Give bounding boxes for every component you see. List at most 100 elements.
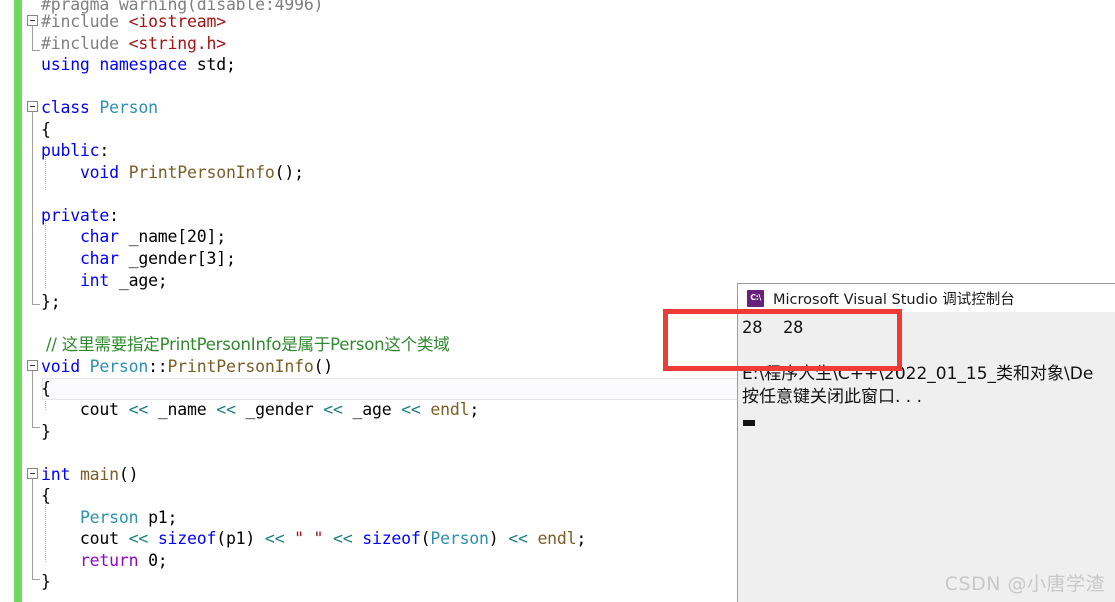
code-token: cout xyxy=(41,400,129,419)
code-line: using namespace std; xyxy=(41,54,236,76)
collapse-toggle-icon[interactable] xyxy=(27,468,38,479)
code-line: return 0; xyxy=(41,550,168,572)
outlining-rail xyxy=(32,371,33,427)
code-token: endl xyxy=(537,529,577,548)
code-token: ; xyxy=(576,529,587,548)
code-token: char xyxy=(79,227,129,246)
code-token: #include xyxy=(41,34,129,53)
code-token: { xyxy=(41,379,51,398)
code-token: << xyxy=(264,529,285,548)
code-token: class xyxy=(41,98,100,117)
code-token: private xyxy=(41,206,110,225)
code-token: _name[20]; xyxy=(128,227,227,246)
code-token: return xyxy=(79,551,139,570)
vs-console-icon-glyph: C:\ xyxy=(750,293,761,302)
code-token: #include xyxy=(41,12,129,31)
code-line: char _gender[3]; xyxy=(41,248,236,270)
outlining-rail-foot xyxy=(32,50,40,51)
outlining-rail-foot xyxy=(32,427,40,428)
code-token: ( xyxy=(420,529,431,548)
code-line: cout << _name << _gender << _age << endl… xyxy=(41,399,479,421)
code-token: ; xyxy=(469,400,480,419)
code-token: }; xyxy=(41,292,61,311)
code-token: public xyxy=(41,141,100,160)
code-token: void xyxy=(41,357,90,376)
code-token: <string.h> xyxy=(128,34,227,53)
code-token: Person xyxy=(430,529,489,548)
csdn-watermark: CSDN @小唐学渣 xyxy=(944,573,1105,595)
code-token: _age; xyxy=(118,271,168,290)
code-token: p1; xyxy=(138,508,178,527)
code-token: void xyxy=(79,163,129,182)
code-line: #include <string.h> xyxy=(41,33,226,55)
code-line: } xyxy=(41,421,51,443)
code-line: { xyxy=(41,485,51,507)
outlining-rail xyxy=(32,112,33,304)
code-line: void Person::PrintPersonInfo() xyxy=(41,356,333,378)
code-line: cout << sizeof(p1) << " " << sizeof(Pers… xyxy=(41,528,586,550)
code-token: <iostream> xyxy=(128,12,227,31)
code-line: }; xyxy=(41,291,61,313)
code-line: class Person xyxy=(41,97,158,119)
code-token: _gender xyxy=(235,400,324,419)
code-token: << xyxy=(128,400,149,419)
collapse-toggle-icon[interactable] xyxy=(27,101,38,112)
console-title-label: Microsoft Visual Studio 调试控制台 xyxy=(773,291,1015,308)
code-line: #include <iostream> xyxy=(41,11,226,33)
code-token: () xyxy=(118,465,139,484)
code-token: << xyxy=(333,529,353,548)
code-token: Person xyxy=(99,98,158,117)
code-token: // 这里需要指定PrintPersonInfo是属于Person这个类域 xyxy=(41,335,450,354)
code-token: () xyxy=(313,357,334,376)
code-token: _gender[3]; xyxy=(128,249,236,268)
code-token: 0; xyxy=(138,551,168,570)
code-token: << xyxy=(401,400,421,419)
code-token: << xyxy=(508,529,528,548)
code-line: void PrintPersonInfo(); xyxy=(41,162,304,184)
change-margin-bar xyxy=(14,0,22,602)
code-token: : xyxy=(109,206,119,225)
code-token: } xyxy=(41,422,51,441)
code-token: using namespace xyxy=(41,55,188,74)
code-line: } xyxy=(41,571,51,593)
collapse-toggle-icon[interactable] xyxy=(27,15,38,26)
code-line: char _name[20]; xyxy=(41,226,226,248)
code-token: << xyxy=(128,529,149,548)
code-token: { xyxy=(41,120,51,139)
code-token: endl xyxy=(430,400,470,419)
code-token: " " xyxy=(294,529,324,548)
code-token: PrintPersonInfo xyxy=(128,163,275,182)
code-line: // 这里需要指定PrintPersonInfo是属于Person这个类域 xyxy=(41,334,450,356)
code-line: { xyxy=(41,378,51,400)
code-token: << xyxy=(216,400,236,419)
code-token: } xyxy=(41,572,51,591)
code-token: : xyxy=(99,141,110,160)
console-titlebar[interactable]: C:\ Microsoft Visual Studio 调试控制台 xyxy=(738,284,1115,312)
code-token: Person xyxy=(79,508,139,527)
code-token: cout xyxy=(41,529,129,548)
console-press-key-line: 按任意键关闭此窗口. . . xyxy=(742,387,923,407)
code-token: PrintPersonInfo xyxy=(167,357,314,376)
code-token: main xyxy=(79,465,119,484)
code-line: public: xyxy=(41,140,109,162)
outlining-rail-foot xyxy=(32,579,40,580)
code-token: { xyxy=(41,486,51,505)
code-token: _age xyxy=(342,400,402,419)
code-token: Person xyxy=(89,357,149,376)
vs-console-icon: C:\ xyxy=(747,289,764,307)
collapse-toggle-icon[interactable] xyxy=(27,360,38,371)
red-highlight-rectangle xyxy=(663,309,902,371)
code-line: int main() xyxy=(41,464,139,486)
code-token: ) xyxy=(488,529,509,548)
code-token: sizeof xyxy=(157,529,217,548)
code-token: char xyxy=(79,249,129,268)
